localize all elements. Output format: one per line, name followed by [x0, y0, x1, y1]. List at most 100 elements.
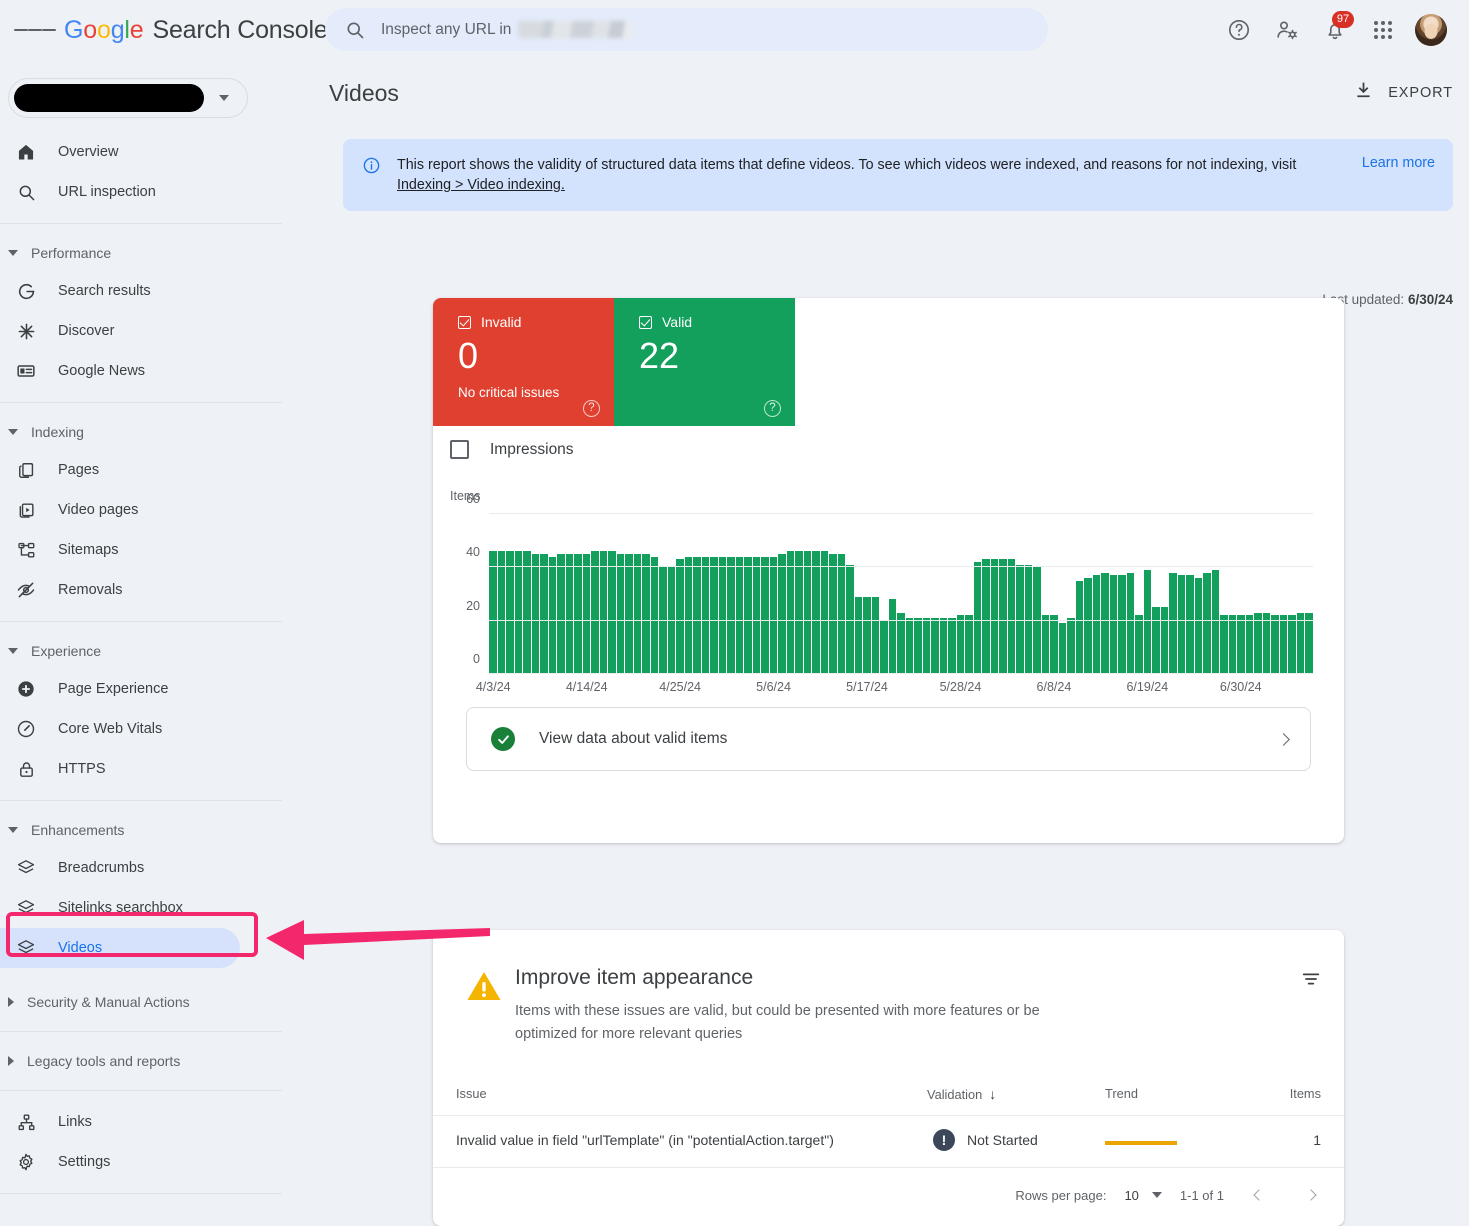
sidebar-group-security-manual-actions[interactable]: Security & Manual Actions — [0, 984, 300, 1020]
status-card-valid[interactable]: Valid 22 ? — [614, 298, 795, 426]
chart-bar[interactable] — [744, 556, 752, 674]
sidebar-group-indexing[interactable]: Indexing — [0, 414, 300, 450]
table-row[interactable]: Invalid value in field "urlTemplate" (in… — [433, 1116, 1344, 1168]
chart-bar[interactable] — [1177, 575, 1185, 674]
chart-bar[interactable] — [1126, 572, 1134, 674]
chart-bar[interactable] — [1092, 575, 1100, 674]
sidebar-group-performance[interactable]: Performance — [0, 235, 300, 271]
chart-bar[interactable] — [1050, 615, 1058, 674]
chart-bar[interactable] — [582, 554, 590, 674]
chart-bar[interactable] — [633, 554, 641, 674]
chart-bar[interactable] — [667, 567, 675, 674]
help-icon[interactable] — [1217, 8, 1261, 52]
chart-bar[interactable] — [1228, 615, 1236, 674]
chart-bar[interactable] — [1033, 567, 1041, 674]
status-card-invalid[interactable]: Invalid 0 No critical issues ? — [433, 298, 614, 426]
chart-bar[interactable] — [871, 596, 879, 674]
chart-bar[interactable] — [1135, 615, 1143, 674]
chart-bar[interactable] — [1169, 572, 1177, 674]
column-header-issue[interactable]: Issue — [456, 1086, 487, 1101]
chart-bar[interactable] — [820, 551, 828, 674]
help-icon[interactable]: ? — [583, 400, 600, 417]
chart-bar[interactable] — [625, 554, 633, 674]
chart-bar[interactable] — [1143, 570, 1151, 674]
google-apps-icon[interactable] — [1361, 8, 1405, 52]
sidebar-item-core-web-vitals[interactable]: Core Web Vitals — [0, 709, 240, 749]
hamburger-menu-icon[interactable] — [14, 9, 56, 51]
chart-bar[interactable] — [1296, 612, 1304, 674]
sidebar-item-page-experience[interactable]: Page Experience — [0, 669, 240, 709]
column-header-validation[interactable]: Validation ↓ — [927, 1086, 996, 1102]
chart-bar[interactable] — [514, 551, 522, 674]
chart-bar[interactable] — [803, 551, 811, 674]
chart-bar[interactable] — [973, 562, 981, 674]
chart-bar[interactable] — [837, 554, 845, 674]
chart-bar[interactable] — [659, 567, 667, 674]
chart-bar[interactable] — [829, 554, 837, 674]
chart-bar[interactable] — [676, 559, 684, 674]
sidebar-item-discover[interactable]: Discover — [0, 311, 240, 351]
account-avatar[interactable] — [1409, 8, 1453, 52]
sidebar-item-removals[interactable]: Removals — [0, 570, 240, 610]
checkbox-checked-icon[interactable] — [639, 315, 652, 329]
chart-bar[interactable] — [778, 554, 786, 674]
sidebar-group-legacy-tools[interactable]: Legacy tools and reports — [0, 1043, 300, 1079]
sidebar-item-breadcrumbs[interactable]: Breadcrumbs — [0, 848, 240, 888]
sidebar-item-settings[interactable]: Settings — [0, 1142, 240, 1182]
filter-list-icon[interactable] — [1300, 968, 1322, 995]
chart-bar[interactable] — [914, 618, 922, 674]
chart-bar[interactable] — [931, 618, 939, 674]
chart-bar[interactable] — [761, 556, 769, 674]
column-header-trend[interactable]: Trend — [1105, 1086, 1138, 1101]
sidebar-item-links[interactable]: Links — [0, 1102, 240, 1142]
chart-bar[interactable] — [854, 596, 862, 674]
chart-bar[interactable] — [1041, 615, 1049, 674]
chart-bar[interactable] — [557, 554, 565, 674]
chart-bar[interactable] — [939, 618, 947, 674]
chart-bar[interactable] — [1058, 623, 1066, 674]
chart-bar[interactable] — [1254, 612, 1262, 674]
checkbox-checked-icon[interactable] — [458, 315, 471, 329]
chart-bar[interactable] — [506, 551, 514, 674]
chart-bar[interactable] — [616, 554, 624, 674]
chart-bar[interactable] — [565, 554, 573, 674]
rows-per-page-select[interactable]: 10 — [1124, 1188, 1162, 1203]
chart-bar[interactable] — [548, 556, 556, 674]
sidebar-item-url-inspection[interactable]: URL inspection — [0, 172, 240, 212]
chart-bar[interactable] — [1067, 618, 1075, 674]
chart-bar[interactable] — [1186, 575, 1194, 674]
chart-bar[interactable] — [693, 556, 701, 674]
sidebar-item-videos[interactable]: Videos — [0, 928, 240, 968]
chart-bar[interactable] — [735, 556, 743, 674]
sidebar-item-search-results[interactable]: Search results — [0, 271, 240, 311]
video-indexing-link[interactable]: Indexing > Video indexing. — [397, 177, 565, 193]
chart-bar[interactable] — [591, 551, 599, 674]
chart-bar[interactable] — [497, 551, 505, 674]
chart-bar[interactable] — [650, 556, 658, 674]
chart-bar[interactable] — [999, 559, 1007, 674]
chart-bar[interactable] — [863, 596, 871, 674]
learn-more-link[interactable]: Learn more — [1362, 155, 1435, 171]
chart-bar[interactable] — [1109, 575, 1117, 674]
chart-bar[interactable] — [718, 556, 726, 674]
chart-bar[interactable] — [1305, 612, 1313, 674]
chart-bar[interactable] — [956, 615, 964, 674]
chart-bar[interactable] — [540, 554, 548, 674]
chart-bar[interactable] — [1211, 570, 1219, 674]
chart-bar[interactable] — [1245, 615, 1253, 674]
chart-bar[interactable] — [795, 551, 803, 674]
chart-bar[interactable] — [684, 556, 692, 674]
checkbox-unchecked-icon[interactable] — [450, 440, 469, 459]
chart-bar[interactable] — [1279, 615, 1287, 674]
chart-bar[interactable] — [880, 620, 888, 674]
sidebar-item-sitelinks-searchbox[interactable]: Sitelinks searchbox — [0, 888, 240, 928]
chart-bar[interactable] — [727, 556, 735, 674]
sidebar-item-sitemaps[interactable]: Sitemaps — [0, 530, 240, 570]
chart-bar[interactable] — [608, 551, 616, 674]
view-valid-items-link[interactable]: View data about valid items — [466, 707, 1311, 771]
sidebar-item-video-pages[interactable]: Video pages — [0, 490, 240, 530]
chart-bar[interactable] — [922, 618, 930, 674]
sidebar-group-experience[interactable]: Experience — [0, 633, 300, 669]
chart-bar[interactable] — [1160, 607, 1168, 674]
chart-bar[interactable] — [1118, 575, 1126, 674]
